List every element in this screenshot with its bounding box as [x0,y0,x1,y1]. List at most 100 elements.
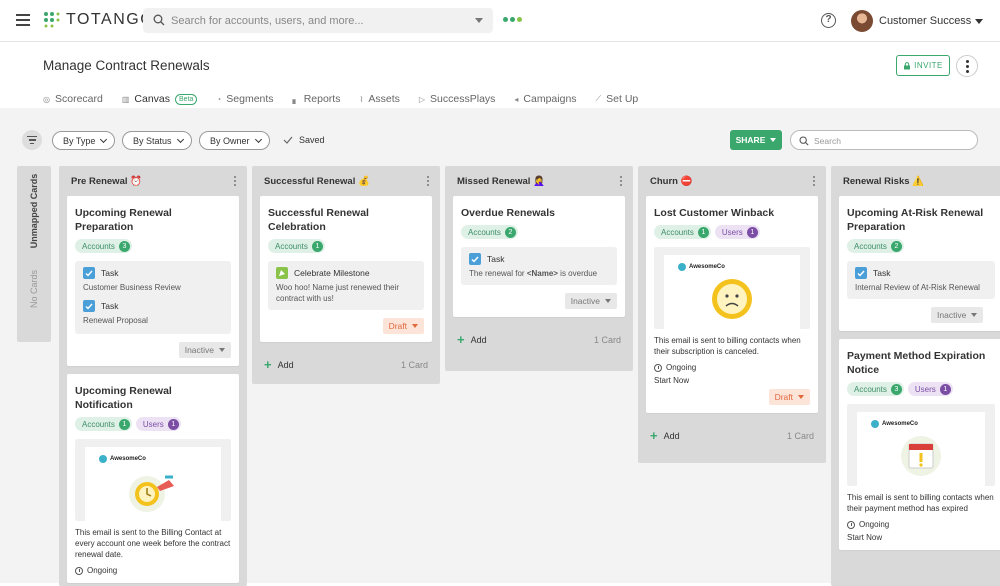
sad-face-icon [712,279,752,319]
email-status-label: Ongoing [87,566,118,575]
task-item[interactable]: Task The renewal for <Name> is overdue [461,247,617,285]
tab-reports[interactable]: ▖ Reports [293,90,341,108]
tab-assets[interactable]: ⌇ Assets [359,90,399,108]
add-card-button[interactable]: + Add [264,358,294,371]
card-upcoming-renewal-preparation[interactable]: Upcoming Renewal Preparation Accounts 3 T… [67,196,239,366]
status-dropdown[interactable]: Inactive [931,307,984,323]
global-search[interactable] [143,8,493,33]
milestone-item[interactable]: Celebrate Milestone Woo hoo! Name just r… [268,261,424,310]
tab-campaigns[interactable]: ◂ Campaigns [514,90,576,108]
email-start: Start Now [847,533,883,542]
task-item[interactable]: Task Internal Review of At-Risk Renewal [847,261,995,299]
plus-icon: + [650,428,658,443]
card-lost-customer-winback[interactable]: Lost Customer Winback Accounts 1 Users 1 A… [646,196,818,413]
email-description: This email is sent to billing contacts w… [847,493,994,513]
page-header: Manage Contract Renewals INVITE ◎ Scoreca… [0,42,1000,110]
email-preview: AwesomeCo [75,439,231,521]
column-more-icon[interactable] [423,174,434,189]
accounts-badge[interactable]: Accounts 1 [75,417,132,431]
by-owner-filter[interactable]: By Owner [199,131,270,150]
column-more-icon[interactable] [616,174,627,189]
card-payment-method-expiration-notice[interactable]: Payment Method Expiration Notice Account… [839,339,1000,550]
column-more-icon[interactable] [230,174,241,189]
tab-segments[interactable]: ◔ Segments [216,90,273,108]
invite-button[interactable]: INVITE [896,55,950,76]
chevron-down-icon [100,135,108,143]
help-icon[interactable]: ? [821,13,836,28]
card-successful-renewal-celebration[interactable]: Successful Renewal Celebration Accounts 1… [260,196,432,342]
badge-count: 2 [890,240,902,252]
clock-icon [75,566,83,575]
status-dropdown[interactable]: Inactive [178,342,231,358]
users-badge[interactable]: Users 1 [714,225,760,239]
user-menu-label[interactable]: Customer Success [879,15,971,27]
unmapped-cards-panel[interactable]: Unmapped Cards No Cards [17,166,51,342]
accounts-badge[interactable]: Accounts 1 [654,225,711,239]
status-dropdown[interactable]: Draft [768,389,810,405]
board-search-input[interactable] [814,133,964,148]
accounts-badge[interactable]: Accounts 3 [847,382,904,396]
calendar-alert-icon [901,436,941,476]
accounts-badge[interactable]: Accounts 2 [847,239,904,253]
board-search[interactable] [790,130,978,150]
email-status: Ongoing [847,520,995,529]
add-card-button[interactable]: + Add [650,428,680,443]
card-title: Overdue Renewals [461,207,555,219]
status-dropdown[interactable]: Draft [382,318,424,334]
check-icon [283,136,293,144]
chevron-down-icon [254,135,262,143]
add-label: Add [277,360,294,370]
column-title: Renewal Risks ⚠️ [843,175,925,187]
caret-down-icon [412,324,418,328]
status-dropdown[interactable]: Inactive [564,293,617,309]
megaphone-icon: ◂ [514,94,519,104]
share-button[interactable]: SHARE [730,130,782,150]
badge-count: 1 [697,226,709,238]
tab-successplays[interactable]: ▷ SuccessPlays [419,90,496,108]
tab-set-up[interactable]: ⟋ Set Up [596,90,639,108]
more-options-button[interactable] [956,55,978,77]
filter-icon[interactable] [22,130,42,150]
badge-label: Accounts [854,241,887,251]
add-card-button[interactable]: + Add [457,333,487,346]
accounts-badge[interactable]: Accounts 1 [268,239,325,253]
tab-label: Campaigns [523,93,577,105]
brand-logo-icon [99,455,107,463]
user-menu-caret-icon[interactable] [975,19,983,24]
activity-indicator-icon [503,17,522,22]
task-text-placeholder: <Name> [526,269,558,278]
scorecard-icon: ◎ [43,94,50,104]
menu-icon[interactable] [16,14,30,26]
card-overdue-renewals[interactable]: Overdue Renewals Accounts 2 Task The rene… [453,196,625,317]
task-text: is overdue [557,269,598,278]
task-item[interactable]: Task Renewal Proposal [83,300,223,326]
card-upcoming-renewal-notification[interactable]: Upcoming Renewal Notification Accounts 1 … [67,374,239,583]
users-badge[interactable]: Users 1 [907,382,953,396]
search-dropdown-icon[interactable] [475,18,483,23]
lock-icon [904,61,911,69]
task-item[interactable]: Task Customer Business Review [83,267,223,293]
badge-count: 3 [118,240,130,252]
avatar[interactable] [851,10,873,32]
task-check-icon [83,267,95,279]
column-more-icon[interactable] [809,174,820,189]
email-status: Ongoing [654,363,810,372]
by-type-filter[interactable]: By Type [52,131,116,150]
accounts-badge[interactable]: Accounts 3 [75,239,132,253]
global-search-input[interactable] [171,11,461,30]
by-status-filter[interactable]: By Status [122,131,192,150]
totango-logo[interactable]: TOTANGO [43,11,154,29]
tab-label: Set Up [606,93,639,105]
task-check-icon [83,300,95,312]
users-badge[interactable]: Users 1 [135,417,181,431]
badge-label: Accounts [275,241,308,251]
column-churn: Churn ⛔ Lost Customer Winback Accounts 1 … [638,166,826,463]
accounts-badge[interactable]: Accounts 2 [461,225,518,239]
tab-scorecard[interactable]: ◎ Scorecard [43,90,103,108]
tab-canvas[interactable]: ▥ Canvas Beta [117,90,201,110]
card-upcoming-at-risk-renewal-preparation[interactable]: Upcoming At-Risk Renewal Preparation Acc… [839,196,1000,331]
logo-dots-icon [44,12,60,28]
clock-icon [847,520,855,529]
card-title: Lost Customer Winback [654,207,775,219]
column-title: Missed Renewal 🤦‍♀️ [457,175,545,187]
